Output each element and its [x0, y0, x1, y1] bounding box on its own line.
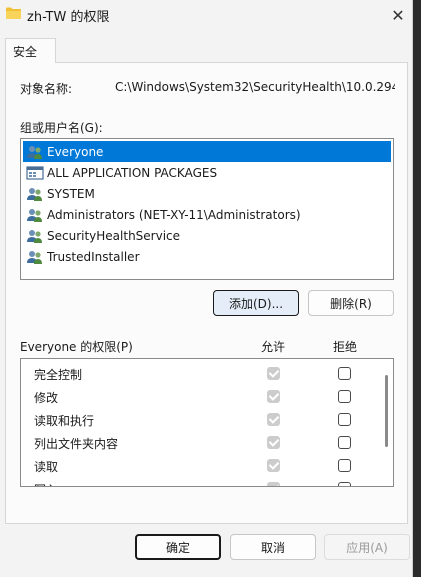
list-item-label: SYSTEM	[47, 186, 95, 201]
groups-label: 组或用户名(G):	[20, 121, 103, 135]
deny-checkbox[interactable]	[338, 413, 351, 426]
list-item-label: SecurityHealthService	[47, 228, 181, 243]
add-button[interactable]: 添加(D)...	[213, 290, 299, 316]
dialog-footer: 确定 取消 应用(A)	[0, 524, 412, 577]
object-path-value: C:\Windows\System32\SecurityHealth\10.0.…	[115, 80, 395, 94]
permission-row-modify: 修改	[21, 385, 381, 408]
list-item-administrators[interactable]: Administrators (NET-XY-11\Administrators…	[23, 204, 391, 225]
deny-checkbox[interactable]	[338, 436, 351, 449]
users-icon	[27, 250, 42, 264]
permissions-scrollbar[interactable]	[382, 361, 392, 484]
close-icon: ✕	[391, 5, 405, 25]
deny-checkbox[interactable]	[338, 390, 351, 403]
list-item-system[interactable]: SYSTEM	[23, 183, 391, 204]
list-item-securityhealthservice[interactable]: SecurityHealthService	[23, 225, 391, 246]
permission-name: 修改	[34, 391, 59, 405]
list-item-label: Everyone	[47, 144, 104, 159]
permissions-dialog: zh-TW 的权限 ✕ 安全 对象名称: C:\Windows\System32…	[0, 0, 413, 577]
permission-name: 列出文件夹内容	[34, 437, 119, 451]
deny-checkbox[interactable]	[338, 367, 351, 380]
background-strip	[413, 0, 421, 577]
permission-name: 写入	[34, 481, 58, 486]
group-user-list[interactable]: Everyone ALL APPLICATION PACKAGES SYSTEM	[20, 138, 394, 280]
deny-checkbox[interactable]	[338, 459, 351, 472]
package-icon	[26, 165, 44, 180]
permissions-title: Everyone 的权限(P)	[20, 340, 133, 354]
users-icon	[27, 229, 42, 243]
permission-row-read-execute: 读取和执行	[21, 408, 381, 431]
permission-name: 读取	[34, 460, 59, 474]
users-icon	[27, 145, 42, 159]
list-item-all-app-packages[interactable]: ALL APPLICATION PACKAGES	[23, 162, 391, 183]
close-button[interactable]: ✕	[384, 0, 412, 30]
title-bar[interactable]: zh-TW 的权限 ✕	[0, 0, 412, 30]
deny-checkbox[interactable]	[338, 482, 351, 486]
list-item-label: ALL APPLICATION PACKAGES	[47, 165, 218, 180]
tab-security[interactable]: 安全	[5, 38, 56, 63]
users-icon	[27, 187, 42, 201]
folder-icon	[6, 7, 21, 19]
list-item-trustedinstaller[interactable]: TrustedInstaller	[23, 246, 391, 267]
permission-name: 读取和执行	[34, 414, 95, 428]
allow-checkbox	[267, 482, 280, 486]
apply-button[interactable]: 应用(A)	[324, 534, 410, 560]
cancel-button[interactable]: 取消	[230, 534, 316, 560]
users-icon	[27, 208, 42, 222]
allow-checkbox	[267, 413, 280, 426]
permission-row-full-control: 完全控制	[21, 362, 381, 385]
scrollbar-thumb[interactable]	[385, 375, 388, 447]
allow-checkbox	[267, 436, 280, 449]
allow-checkbox	[267, 367, 280, 380]
deny-column-header: 拒绝	[333, 340, 358, 354]
remove-button[interactable]: 删除(R)	[308, 290, 394, 316]
list-item-label: TrustedInstaller	[47, 249, 140, 264]
permission-name: 完全控制	[34, 368, 83, 382]
permissions-list[interactable]: 完全控制 修改 读取和执行 列出文件夹内容 读取 写入	[20, 358, 394, 487]
permission-row-write: 写入	[21, 477, 381, 486]
ok-button[interactable]: 确定	[135, 534, 221, 560]
allow-checkbox	[267, 390, 280, 403]
permission-row-read: 读取	[21, 454, 381, 477]
list-item-label: Administrators (NET-XY-11\Administrators…	[47, 207, 301, 222]
allow-checkbox	[267, 459, 280, 472]
list-item-everyone[interactable]: Everyone	[23, 141, 391, 162]
window-title: zh-TW 的权限	[27, 10, 110, 25]
permission-row-list-folder: 列出文件夹内容	[21, 431, 381, 454]
allow-column-header: 允许	[261, 340, 286, 354]
object-name-label: 对象名称:	[20, 82, 73, 96]
